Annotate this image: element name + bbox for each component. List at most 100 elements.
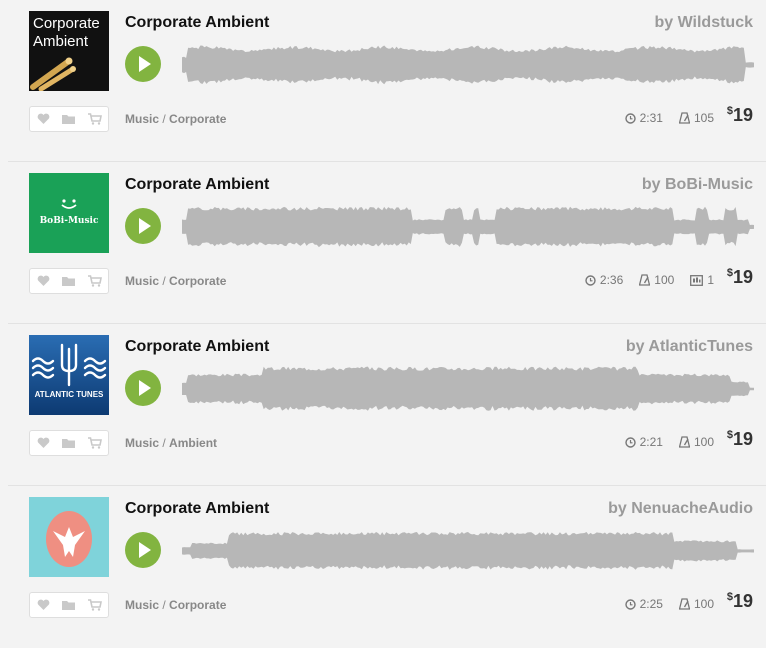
duration-value: 2:36: [599, 273, 624, 287]
bpm-value: 100: [693, 597, 714, 611]
versions-value: 1: [707, 273, 714, 287]
cart-icon: [88, 275, 102, 287]
track-item: Corporate Ambient by NenuacheAudio Music…: [8, 486, 766, 648]
track-author[interactable]: by NenuacheAudio: [608, 500, 753, 518]
bpm-stat: 100: [678, 597, 714, 611]
cart-button[interactable]: [86, 110, 104, 128]
price-value: 19: [732, 591, 753, 611]
track-category: Music / Ambient: [125, 436, 218, 450]
price-value: 19: [732, 267, 753, 287]
track-author[interactable]: by Wildstuck: [654, 14, 753, 32]
bpm-stat: 100: [678, 435, 714, 449]
waveform[interactable]: [182, 198, 754, 256]
track-stats: 2:31 105: [624, 111, 714, 125]
cart-icon: [88, 437, 102, 449]
bpm-value: 100: [654, 273, 675, 287]
folder-icon: [62, 600, 75, 610]
track-item: ATLANTIC TUNES Corporate Ambient by Atla…: [8, 324, 766, 486]
heart-icon: [37, 113, 49, 124]
favorite-button[interactable]: [34, 434, 52, 452]
waveform[interactable]: [182, 522, 754, 580]
thumbnail-text: ATLANTIC TUNES: [35, 390, 104, 399]
favorite-button[interactable]: [34, 110, 52, 128]
duration-stat: 2:25: [624, 597, 663, 611]
duration-stat: 2:21: [624, 435, 663, 449]
play-icon: [139, 542, 151, 558]
play-button[interactable]: [125, 370, 161, 406]
track-stats: 2:25 100: [624, 597, 714, 611]
track-title[interactable]: Corporate Ambient: [125, 500, 269, 518]
play-icon: [139, 218, 151, 234]
track-category: Music / Corporate: [125, 274, 227, 288]
waveform[interactable]: [182, 36, 754, 94]
cart-button[interactable]: [86, 596, 104, 614]
subcategory-link[interactable]: Corporate: [169, 112, 226, 126]
favorite-button[interactable]: [34, 272, 52, 290]
track-title[interactable]: Corporate Ambient: [125, 338, 269, 356]
duration-stat: 2:36: [585, 273, 623, 287]
versions-stat: 1: [690, 273, 714, 287]
cart-icon: [88, 599, 102, 611]
play-button[interactable]: [125, 532, 161, 568]
folder-icon: [62, 276, 75, 286]
price: $19: [727, 591, 753, 612]
track-thumbnail[interactable]: ATLANTIC TUNES: [29, 335, 109, 415]
thumbnail-text: Ambient: [33, 33, 89, 50]
bpm-stat: 105: [678, 111, 714, 125]
category-link[interactable]: Music: [125, 112, 159, 126]
collection-button[interactable]: [60, 434, 78, 452]
collection-button[interactable]: [60, 272, 78, 290]
price: $19: [727, 267, 753, 288]
price-value: 19: [732, 105, 753, 125]
category-link[interactable]: Music: [125, 274, 159, 288]
heart-icon: [37, 599, 49, 610]
track-stats: 2:21 100: [624, 435, 714, 449]
price-currency: $: [726, 105, 733, 117]
track-thumbnail[interactable]: BoBi-Music: [29, 173, 109, 253]
track-author[interactable]: by AtlanticTunes: [626, 338, 753, 356]
price: $19: [727, 429, 753, 450]
track-item: Corporate Ambient Corporate Ambient by W…: [8, 0, 766, 162]
track-stats: 2:36 100 1: [585, 273, 714, 287]
action-buttons: [29, 592, 109, 618]
subcategory-link[interactable]: Corporate: [169, 598, 226, 612]
track-thumbnail[interactable]: [29, 497, 109, 577]
folder-icon: [62, 114, 75, 124]
duration-value: 2:21: [639, 435, 663, 449]
play-button[interactable]: [125, 46, 161, 82]
subcategory-link[interactable]: Corporate: [169, 274, 226, 288]
metronome-icon: [678, 112, 690, 124]
track-author[interactable]: by BoBi-Music: [642, 176, 753, 194]
category-link[interactable]: Music: [125, 436, 159, 450]
clock-icon: [624, 436, 636, 448]
collection-button[interactable]: [60, 596, 78, 614]
heart-icon: [37, 437, 49, 448]
versions-icon: [690, 274, 704, 286]
clock-icon: [624, 112, 636, 124]
play-button[interactable]: [125, 208, 161, 244]
action-buttons: [29, 106, 109, 132]
duration-value: 2:25: [639, 597, 663, 611]
track-thumbnail[interactable]: Corporate Ambient: [29, 11, 109, 91]
price-currency: $: [726, 591, 733, 603]
favorite-button[interactable]: [34, 596, 52, 614]
track-category: Music / Corporate: [125, 112, 227, 126]
subcategory-link[interactable]: Ambient: [169, 436, 217, 450]
track-title[interactable]: Corporate Ambient: [125, 14, 269, 32]
cart-button[interactable]: [86, 434, 104, 452]
metronome-icon: [678, 598, 690, 610]
bpm-stat: 100: [639, 273, 674, 287]
collection-button[interactable]: [60, 110, 78, 128]
clock-icon: [585, 274, 596, 286]
cart-button[interactable]: [86, 272, 104, 290]
bpm-value: 105: [693, 111, 714, 125]
action-buttons: [29, 268, 109, 294]
bpm-value: 100: [693, 435, 714, 449]
play-icon: [139, 56, 151, 72]
track-list: Corporate Ambient Corporate Ambient by W…: [0, 0, 766, 631]
track-title[interactable]: Corporate Ambient: [125, 176, 269, 194]
waveform[interactable]: [182, 360, 754, 418]
metronome-icon: [639, 274, 651, 286]
category-link[interactable]: Music: [125, 598, 159, 612]
metronome-icon: [678, 436, 690, 448]
